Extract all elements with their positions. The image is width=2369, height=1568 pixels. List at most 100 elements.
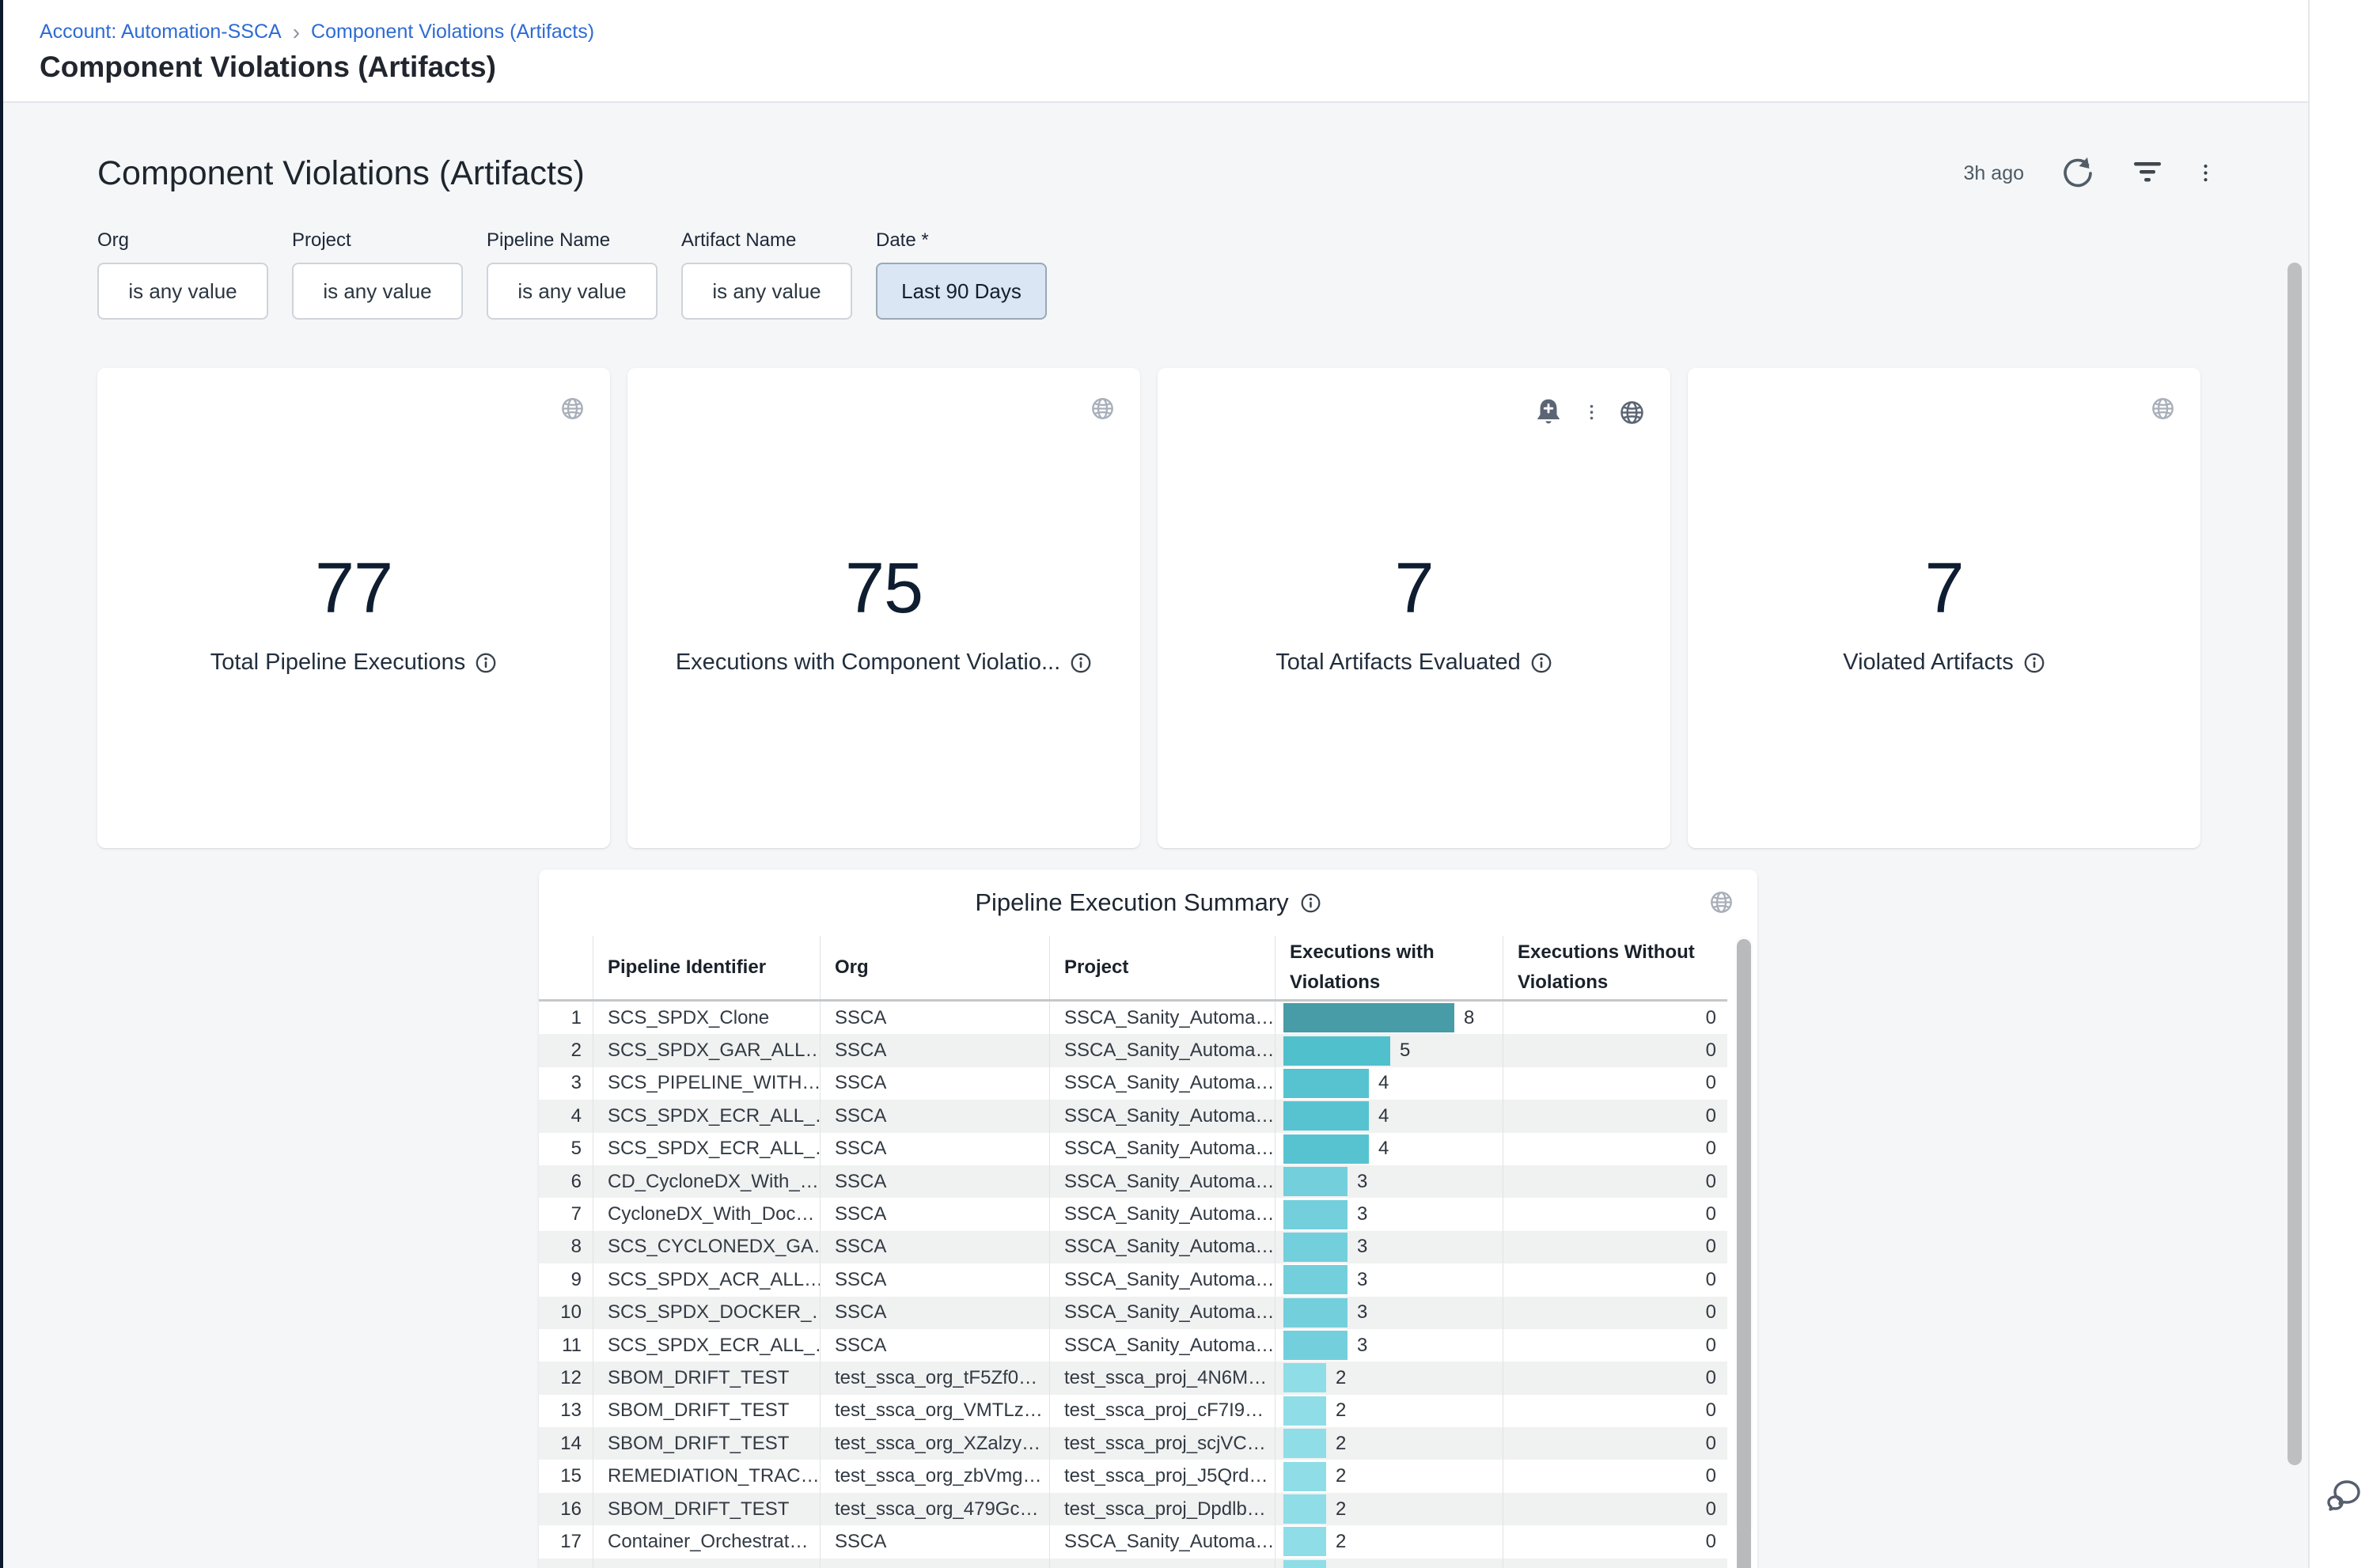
filter-pipeline-name: Pipeline Name is any value <box>487 229 658 320</box>
info-icon[interactable] <box>1070 652 1092 674</box>
stat-tile: 7Violated Artifacts <box>1688 368 2200 848</box>
cell-executions-with-violations: 2 <box>1275 1427 1503 1460</box>
breadcrumb-current-link[interactable]: Component Violations (Artifacts) <box>311 21 594 44</box>
violations-bar <box>1283 1429 1326 1458</box>
table-row[interactable]: 14SBOM_DRIFT_TESTtest_ssca_org_XZalzy…te… <box>539 1427 1727 1460</box>
summary-table: Pipeline IdentifierOrgProjectExecutions … <box>539 936 1757 1568</box>
violations-bar <box>1283 1331 1347 1360</box>
cell-project: test_ssca_proj_Dpdlb… <box>1049 1493 1275 1525</box>
table-row[interactable]: 6CD_CycloneDX_With_…SSCASSCA_Sanity_Auto… <box>539 1165 1727 1198</box>
table-row[interactable]: 5SCS_SPDX_ECR_ALL_…SSCASSCA_Sanity_Autom… <box>539 1133 1727 1165</box>
cell-pipeline-identifier: SBOM_DRIFT_TEST <box>593 1362 820 1394</box>
filter-label: Pipeline Name <box>487 229 658 252</box>
cell-row-number: 10 <box>539 1297 593 1329</box>
table-row[interactable]: 10SCS_SPDX_DOCKER_…SSCASSCA_Sanity_Autom… <box>539 1297 1727 1329</box>
table-body: 1SCS_SPDX_CloneSSCASSCA_Sanity_Automa…80… <box>539 1002 1757 1568</box>
cell-row-number: 5 <box>539 1133 593 1165</box>
violations-bar-value: 3 <box>1357 1269 1367 1291</box>
cell-org: SSCA <box>820 1198 1049 1230</box>
cell-pipeline-identifier: CD_CycloneDX_With_… <box>593 1165 820 1198</box>
table-row[interactable]: 13SBOM_DRIFT_TESTtest_ssca_org_VMTLz…tes… <box>539 1395 1727 1427</box>
table-row[interactable]: 1SCS_SPDX_CloneSSCASSCA_Sanity_Automa…80 <box>539 1002 1727 1034</box>
filter-value-box[interactable]: is any value <box>292 263 463 320</box>
filter-value-box[interactable]: is any value <box>97 263 268 320</box>
violations-bar-value: 3 <box>1357 1301 1367 1324</box>
chat-icon[interactable] <box>2322 1476 2363 1517</box>
cell-executions-with-violations: 3 <box>1275 1231 1503 1263</box>
column-header-executions-with-violations[interactable]: Executions with Violations <box>1275 936 1503 999</box>
table-header-row: Pipeline IdentifierOrgProjectExecutions … <box>539 936 1727 1002</box>
globe-icon[interactable] <box>560 396 585 421</box>
cell-executions-with-violations: 2 <box>1275 1460 1503 1492</box>
table-row[interactable]: 16SBOM_DRIFT_TESTtest_ssca_org_479Gc…tes… <box>539 1493 1727 1525</box>
filter-value-box[interactable]: is any value <box>487 263 658 320</box>
cell-executions-with-violations: 2 <box>1275 1362 1503 1394</box>
table-scrollbar <box>1735 936 1753 1537</box>
filter-label: Org <box>97 229 268 252</box>
stat-label-row: Total Artifacts Evaluated <box>1158 650 1670 676</box>
globe-icon[interactable] <box>1619 400 1645 426</box>
violations-bar <box>1283 1003 1454 1032</box>
violations-bar-value: 3 <box>1357 1203 1367 1225</box>
table-row[interactable]: 17Container_Orchestrat…SSCASSCA_Sanity_A… <box>539 1525 1727 1558</box>
app-window: Account: Automation-SSCA › Component Vio… <box>0 0 2369 1568</box>
stat-label-row: Total Pipeline Executions <box>97 650 610 676</box>
globe-icon[interactable] <box>2151 396 2175 421</box>
table-row[interactable]: 7CycloneDX_With_Doc…SSCASSCA_Sanity_Auto… <box>539 1198 1727 1230</box>
table-row[interactable]: 12SBOM_DRIFT_TESTtest_ssca_org_tF5Zf0…te… <box>539 1362 1727 1394</box>
column-header-org[interactable]: Org <box>820 936 1049 999</box>
stat-tile: 77Total Pipeline Executions <box>97 368 610 848</box>
globe-icon[interactable] <box>1709 890 1734 915</box>
filter-value-box[interactable]: Last 90 Days <box>876 263 1047 320</box>
breadcrumb-account-link[interactable]: Account: Automation-SSCA <box>40 21 282 44</box>
cell-project: SSCA_Sanity_Automa… <box>1049 1067 1275 1100</box>
cell-project: test_ssca_proj_J5Qrd… <box>1049 1460 1275 1492</box>
filter-date: Date *Last 90 Days <box>876 229 1047 320</box>
table-row[interactable]: 15REMEDIATION_TRAC…test_ssca_org_zbVmg…t… <box>539 1460 1727 1492</box>
stat-label: Total Artifacts Evaluated <box>1275 650 1521 676</box>
refresh-icon[interactable] <box>2060 156 2095 191</box>
filter-value-box[interactable]: is any value <box>681 263 852 320</box>
cell-pipeline-identifier: SBOM_DRIFT_TEST <box>593 1493 820 1525</box>
info-icon[interactable] <box>2023 652 2045 674</box>
cell-row-number: 11 <box>539 1329 593 1362</box>
table-row[interactable]: 4SCS_SPDX_ECR_ALL_…SSCASSCA_Sanity_Autom… <box>539 1100 1727 1132</box>
table-row[interactable] <box>539 1559 1727 1568</box>
more-options-icon[interactable] <box>2200 164 2212 182</box>
table-row[interactable]: 8SCS_CYCLONEDX_GA…SSCASSCA_Sanity_Automa… <box>539 1231 1727 1263</box>
table-row[interactable]: 11SCS_SPDX_ECR_ALL_…SSCASSCA_Sanity_Auto… <box>539 1329 1727 1362</box>
cell-org: test_ssca_org_tF5Zf0… <box>820 1362 1049 1394</box>
cell-executions-with-violations: 4 <box>1275 1067 1503 1100</box>
globe-icon[interactable] <box>1090 396 1115 421</box>
table-scrollbar-thumb[interactable] <box>1737 939 1751 1568</box>
page-scrollbar-thumb[interactable] <box>2288 263 2302 1465</box>
cell-pipeline-identifier: SCS_SPDX_DOCKER_… <box>593 1297 820 1329</box>
cell-row-number: 17 <box>539 1525 593 1558</box>
table-row[interactable]: 9SCS_SPDX_ACR_ALL…SSCASSCA_Sanity_Automa… <box>539 1263 1727 1296</box>
right-gutter <box>2308 0 2369 1568</box>
info-icon[interactable] <box>1530 652 1552 674</box>
cell-executions-without-violations: 0 <box>1503 1133 1727 1165</box>
info-icon[interactable] <box>1300 892 1321 914</box>
violations-bar-value: 2 <box>1336 1433 1346 1455</box>
filter-icon[interactable] <box>2132 157 2163 189</box>
column-header-project[interactable]: Project <box>1049 936 1275 999</box>
tile-icon-row <box>2151 396 2175 421</box>
cell-project: SSCA_Sanity_Automa… <box>1049 1002 1275 1034</box>
cell-executions-without-violations: 0 <box>1503 1329 1727 1362</box>
cell-project: test_ssca_proj_cF7I9… <box>1049 1395 1275 1427</box>
info-icon[interactable] <box>475 652 497 674</box>
cell-executions-with-violations: 3 <box>1275 1297 1503 1329</box>
column-header-executions-without-violations[interactable]: Executions Without Violations <box>1503 936 1727 999</box>
stat-label-row: Executions with Component Violatio... <box>627 650 1140 676</box>
cell-row-number: 8 <box>539 1231 593 1263</box>
table-row[interactable]: 3SCS_PIPELINE_WITH…SSCASSCA_Sanity_Autom… <box>539 1067 1727 1100</box>
violations-bar-value: 3 <box>1357 1335 1367 1357</box>
cell-row-number: 4 <box>539 1100 593 1132</box>
cell-executions-without-violations: 0 <box>1503 1525 1727 1558</box>
column-header-pipeline-identifier[interactable]: Pipeline Identifier <box>593 936 820 999</box>
more-options-icon[interactable] <box>1586 404 1597 420</box>
cell-executions-without-violations: 0 <box>1503 1297 1727 1329</box>
table-row[interactable]: 2SCS_SPDX_GAR_ALL…SSCASSCA_Sanity_Automa… <box>539 1034 1727 1066</box>
bell-plus-icon[interactable] <box>1533 396 1564 428</box>
